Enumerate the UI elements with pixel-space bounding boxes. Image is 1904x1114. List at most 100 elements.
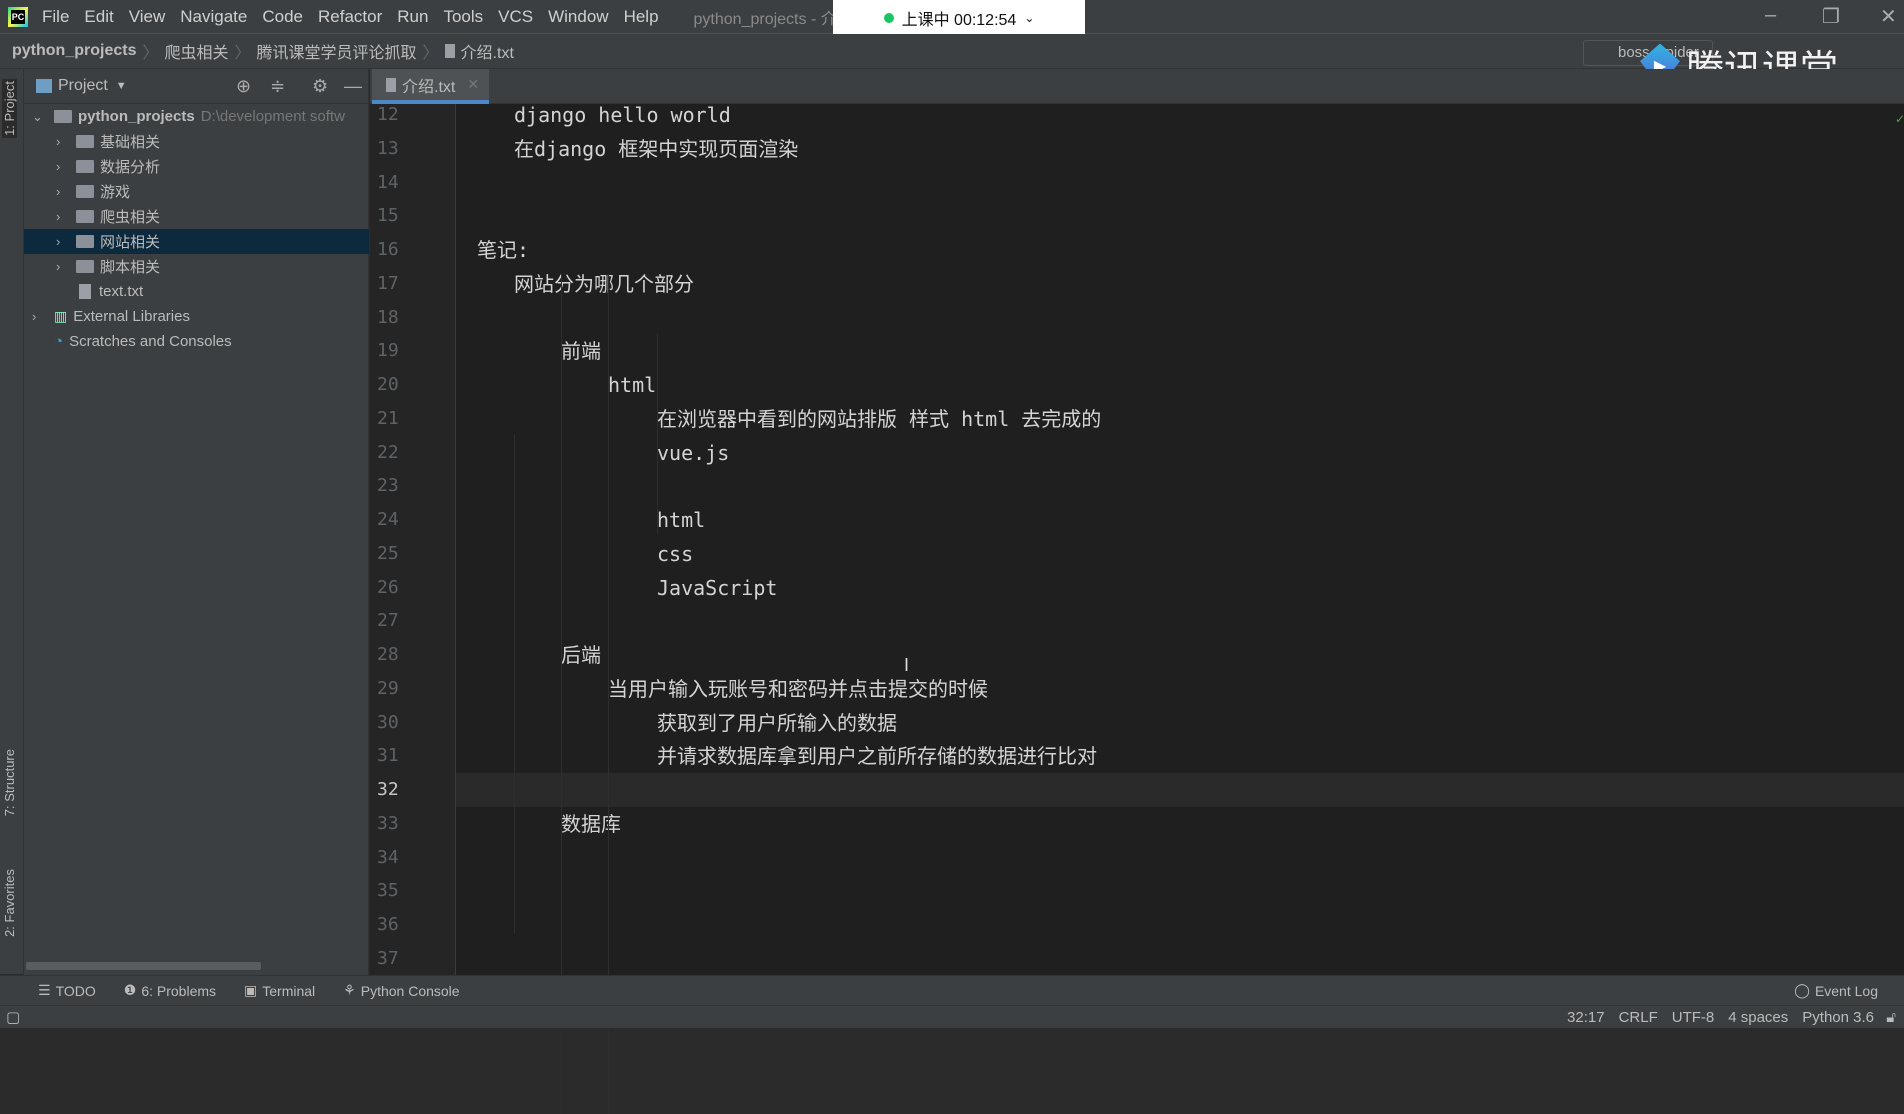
code-line[interactable]: JavaScript <box>657 571 777 605</box>
menu-edit[interactable]: Edit <box>84 7 113 27</box>
menu-vcs[interactable]: VCS <box>498 7 533 27</box>
tree-item-selected[interactable]: › 网站相关 <box>24 229 369 254</box>
line-number: 33 <box>377 812 399 834</box>
code-line[interactable]: html <box>608 368 656 402</box>
layout-icon[interactable]: ▢ <box>6 1008 20 1026</box>
chevron-right-icon[interactable]: › <box>56 184 70 199</box>
tree-item[interactable]: › 脚本相关 <box>24 254 369 279</box>
status-bar: ▢ 32:17 CRLF UTF-8 4 spaces Python 3.6 🔓… <box>0 1005 1904 1028</box>
chevron-right-icon[interactable]: › <box>32 309 46 324</box>
chevron-right-icon[interactable]: › <box>56 259 70 274</box>
menu-tools[interactable]: Tools <box>443 7 483 27</box>
code-line[interactable]: 数据库 <box>561 807 621 841</box>
chevron-right-icon[interactable]: › <box>56 134 70 149</box>
locate-icon[interactable]: ⊕ <box>236 76 251 97</box>
class-timer-popup[interactable]: 上课中 00:12:54 ⌄ <box>833 0 1085 36</box>
indent-setting[interactable]: 4 spaces <box>1728 1009 1788 1026</box>
menu-navigate[interactable]: Navigate <box>180 7 247 27</box>
gear-icon[interactable]: ⚙ <box>312 76 328 97</box>
live-status-icon <box>883 13 894 23</box>
tree-item-label: Scratches and Consoles <box>69 333 232 350</box>
code-line[interactable]: html <box>657 503 705 537</box>
close-button[interactable]: ✕ <box>1880 4 1897 29</box>
restore-button[interactable]: ❐ <box>1822 4 1840 29</box>
hide-icon[interactable]: — <box>344 76 362 97</box>
menu-file[interactable]: File <box>42 7 69 27</box>
terminal-button[interactable]: ▣ Terminal <box>244 982 315 999</box>
line-number: 19 <box>377 340 399 362</box>
menu-help[interactable]: Help <box>624 7 659 27</box>
structure-tool-button[interactable]: 7: Structure <box>2 749 17 816</box>
code-line[interactable]: 并请求数据库拿到用户之前所存储的数据进行比对 <box>657 739 1097 773</box>
caret-position[interactable]: 32:17 <box>1567 1009 1605 1026</box>
pycharm-logo-icon: PC <box>8 6 28 27</box>
tree-item[interactable]: ◔ Scratches and Consoles <box>24 329 369 354</box>
python-console-button[interactable]: ⚘ Python Console <box>343 982 459 999</box>
folder-icon <box>76 185 94 198</box>
code-line[interactable]: vue.js <box>657 436 729 470</box>
code-line[interactable]: css <box>657 537 693 571</box>
tree-item[interactable]: › 游戏 <box>24 179 369 204</box>
line-separator[interactable]: CRLF <box>1619 1009 1658 1026</box>
chevron-right-icon[interactable]: › <box>56 159 70 174</box>
breadcrumb-item[interactable]: 腾讯课堂学员评论抓取 <box>257 39 417 63</box>
tree-root[interactable]: ⌄ python_projects D:\development softw <box>24 104 369 129</box>
library-icon: ▥ <box>54 308 68 324</box>
tree-item[interactable]: › ▥ External Libraries <box>24 304 369 329</box>
breadcrumb-item[interactable]: 爬虫相关 <box>164 39 228 63</box>
minimize-button[interactable]: – <box>1765 4 1776 27</box>
info-icon: ❶ <box>123 982 137 998</box>
breadcrumb-item[interactable]: python_projects <box>12 42 136 60</box>
menu-run[interactable]: Run <box>397 7 428 27</box>
code-line[interactable]: 获取到了用户所输入的数据 <box>657 706 897 740</box>
code-line[interactable]: 后端 <box>561 638 601 672</box>
favorites-tool-button[interactable]: 2: Favorites <box>2 869 17 937</box>
code-line[interactable]: 前端 <box>561 334 601 368</box>
tree-item-label: External Libraries <box>73 308 190 325</box>
menu-code[interactable]: Code <box>262 7 303 27</box>
chevron-right-icon[interactable]: › <box>56 234 70 249</box>
code-line[interactable]: 在浏览器中看到的网站排版 样式 html 去完成的 <box>657 402 1101 436</box>
project-tool-button[interactable]: 1: Project <box>2 79 17 138</box>
horizontal-scrollbar[interactable] <box>26 962 261 970</box>
chevron-down-icon[interactable]: ▼ <box>116 80 127 92</box>
text-cursor-icon: I <box>904 655 910 675</box>
menu-refactor[interactable]: Refactor <box>318 7 382 27</box>
problems-button[interactable]: ❶ 6: Problems <box>124 982 216 999</box>
tree-item[interactable]: text.txt <box>24 279 369 304</box>
tree-item-label: text.txt <box>99 283 144 300</box>
chevron-right-icon[interactable]: › <box>56 209 70 224</box>
line-number: 35 <box>377 880 399 902</box>
code-line[interactable]: 网站分为哪几个部分 <box>514 267 694 301</box>
line-number: 37 <box>377 947 399 969</box>
line-number: 26 <box>377 576 399 598</box>
code-line[interactable]: 笔记: <box>477 233 529 267</box>
chevron-down-icon[interactable]: ⌄ <box>1024 11 1034 25</box>
code-line[interactable]: 当用户输入玩账号和密码并点击提交的时候 <box>608 672 988 706</box>
line-number: 25 <box>377 542 399 564</box>
tree-item[interactable]: › 爬虫相关 <box>24 204 369 229</box>
project-view-icon <box>36 79 52 93</box>
tree-item[interactable]: › 数据分析 <box>24 154 369 179</box>
breadcrumb-item[interactable]: 介绍.txt <box>461 39 514 63</box>
event-log-button[interactable]: ◯ Event Log <box>1794 982 1878 999</box>
todo-button[interactable]: ☰ TODO <box>38 982 96 999</box>
chevron-down-icon[interactable]: ⌄ <box>32 109 46 125</box>
folder-icon <box>76 260 94 273</box>
close-tab-icon[interactable]: ✕ <box>467 76 479 93</box>
menu-window[interactable]: Window <box>548 7 608 27</box>
code-editor[interactable]: 12 13 14 15 16 17 18 19 20 21 22 23 24 25 26 27 28 29 30 31… <box>370 103 1904 1114</box>
code-line[interactable]: django hello world <box>514 98 731 132</box>
tree-item-label: 游戏 <box>100 184 131 201</box>
menu-view[interactable]: View <box>129 7 166 27</box>
lock-icon[interactable]: 🔓︎ <box>1886 1009 1896 1026</box>
indent-guide <box>657 334 658 534</box>
file-encoding[interactable]: UTF-8 <box>1672 1009 1715 1026</box>
folder-icon <box>76 160 94 173</box>
terminal-icon: ▣ <box>244 982 258 998</box>
tree-item[interactable]: › 基础相关 <box>24 129 369 154</box>
collapse-all-icon[interactable]: ≑ <box>270 76 285 97</box>
project-view-select[interactable]: Project <box>58 77 108 95</box>
code-line[interactable]: 在django 框架中实现页面渲染 <box>514 132 798 166</box>
python-interpreter[interactable]: Python 3.6 <box>1802 1009 1874 1026</box>
